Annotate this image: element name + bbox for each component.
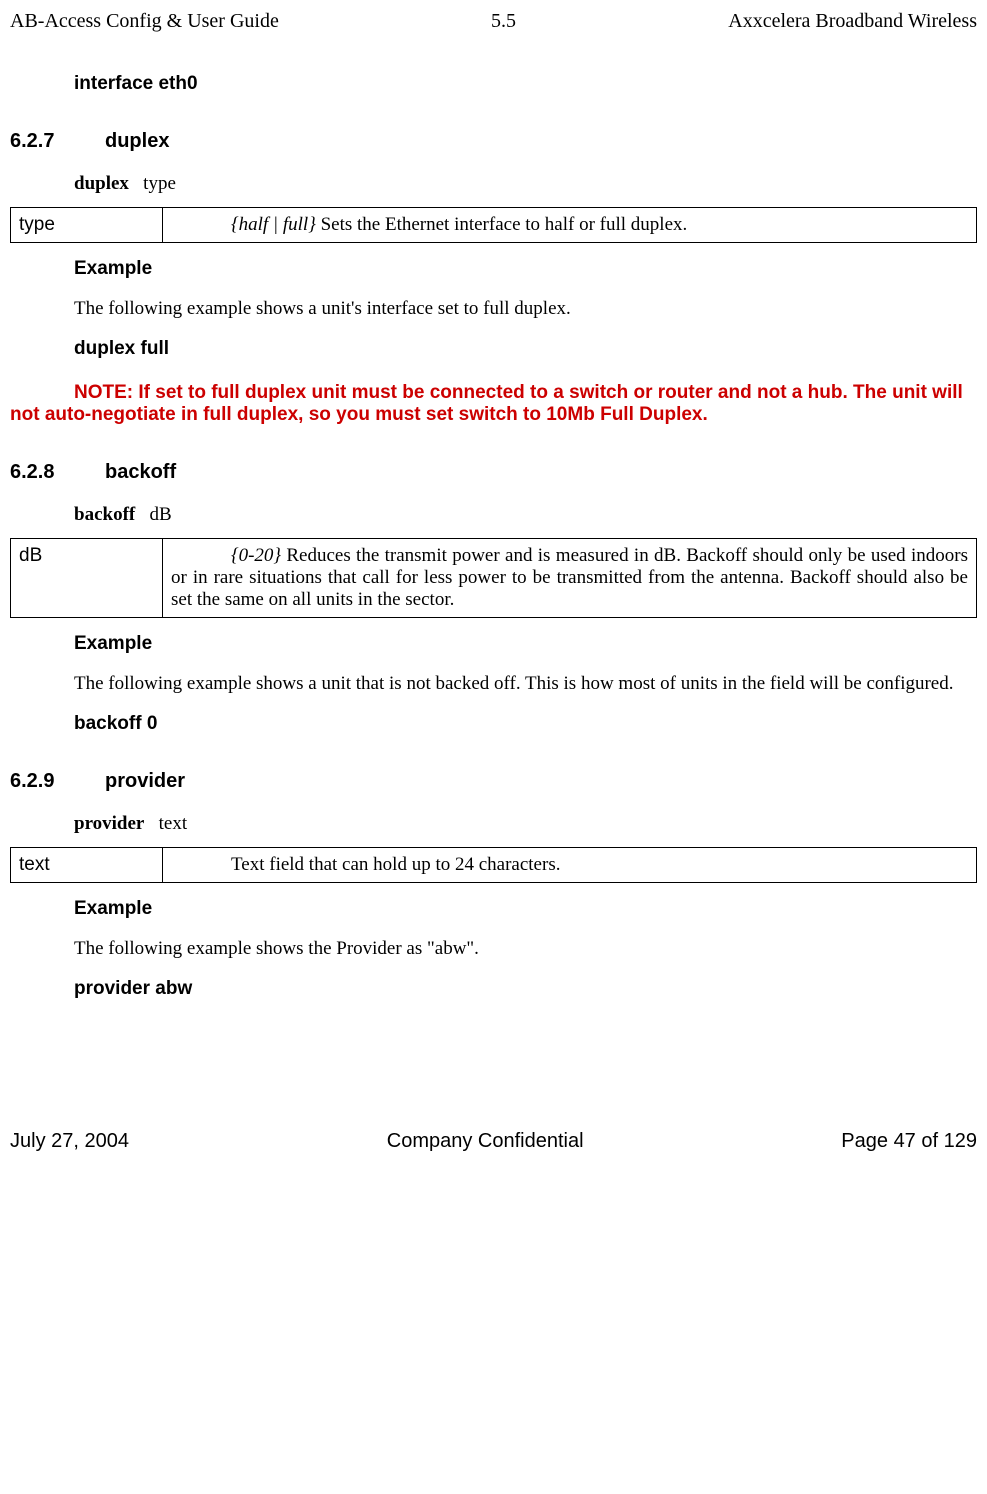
syntax-bold: duplex <box>74 173 129 194</box>
param-desc-cell: Text field that can hold up to 24 charac… <box>163 848 977 883</box>
param-name-cell: text <box>11 848 163 883</box>
section-heading-backoff: 6.2.8backoff <box>10 461 977 484</box>
syntax-line-backoff: backoff dB <box>74 504 977 526</box>
param-desc-cell: {0-20} Reduces the transmit power and is… <box>163 539 977 618</box>
example-command: backoff 0 <box>74 713 977 735</box>
section-number: 6.2.8 <box>10 461 105 484</box>
param-table-duplex: type {half | full} Sets the Ethernet int… <box>10 207 977 243</box>
header-center: 5.5 <box>491 10 516 33</box>
section-title: provider <box>105 770 185 792</box>
footer-center: Company Confidential <box>387 1130 584 1153</box>
header-right: Axxcelera Broadband Wireless <box>728 10 977 33</box>
param-name-cell: type <box>11 208 163 243</box>
param-desc-text: Sets the Ethernet interface to half or f… <box>316 214 687 235</box>
table-row: text Text field that can hold up to 24 c… <box>11 848 977 883</box>
example-heading: Example <box>74 258 977 280</box>
syntax-arg: type <box>143 173 176 194</box>
example-body-text: The following example shows a unit's int… <box>74 298 977 320</box>
example-body-text: The following example shows a unit that … <box>10 673 977 695</box>
syntax-bold: provider <box>74 813 144 834</box>
example-command: provider abw <box>74 978 977 1000</box>
param-table-provider: text Text field that can hold up to 24 c… <box>10 847 977 883</box>
param-table-backoff: dB {0-20} Reduces the transmit power and… <box>10 538 977 618</box>
param-range: {0-20} <box>231 545 281 566</box>
syntax-arg: text <box>159 813 188 834</box>
section-title: backoff <box>105 461 176 483</box>
syntax-arg: dB <box>149 504 171 525</box>
section-heading-provider: 6.2.9provider <box>10 770 977 793</box>
intro-command: interface eth0 <box>74 73 977 95</box>
note-warning: NOTE: If set to full duplex unit must be… <box>10 382 977 426</box>
footer-left: July 27, 2004 <box>10 1130 129 1153</box>
example-heading: Example <box>74 633 977 655</box>
example-body-text: The following example shows the Provider… <box>74 938 977 960</box>
param-desc-text: Text field that can hold up to 24 charac… <box>231 854 560 875</box>
page-header: AB-Access Config & User Guide 5.5 Axxcel… <box>10 10 977 33</box>
param-desc-text: Reduces the transmit power and is measur… <box>171 545 968 610</box>
syntax-bold: backoff <box>74 504 135 525</box>
param-name-cell: dB <box>11 539 163 618</box>
syntax-line-provider: provider text <box>74 813 977 835</box>
table-row: dB {0-20} Reduces the transmit power and… <box>11 539 977 618</box>
page-footer: July 27, 2004 Company Confidential Page … <box>10 1130 977 1153</box>
section-heading-duplex: 6.2.7duplex <box>10 130 977 153</box>
param-range: {half | full} <box>231 214 316 235</box>
header-left: AB-Access Config & User Guide <box>10 10 279 33</box>
section-number: 6.2.9 <box>10 770 105 793</box>
example-heading: Example <box>74 898 977 920</box>
table-row: type {half | full} Sets the Ethernet int… <box>11 208 977 243</box>
param-desc-cell: {half | full} Sets the Ethernet interfac… <box>163 208 977 243</box>
section-title: duplex <box>105 130 169 152</box>
footer-right: Page 47 of 129 <box>841 1130 977 1153</box>
section-number: 6.2.7 <box>10 130 105 153</box>
syntax-line-duplex: duplex type <box>74 173 977 195</box>
example-command: duplex full <box>74 338 977 360</box>
